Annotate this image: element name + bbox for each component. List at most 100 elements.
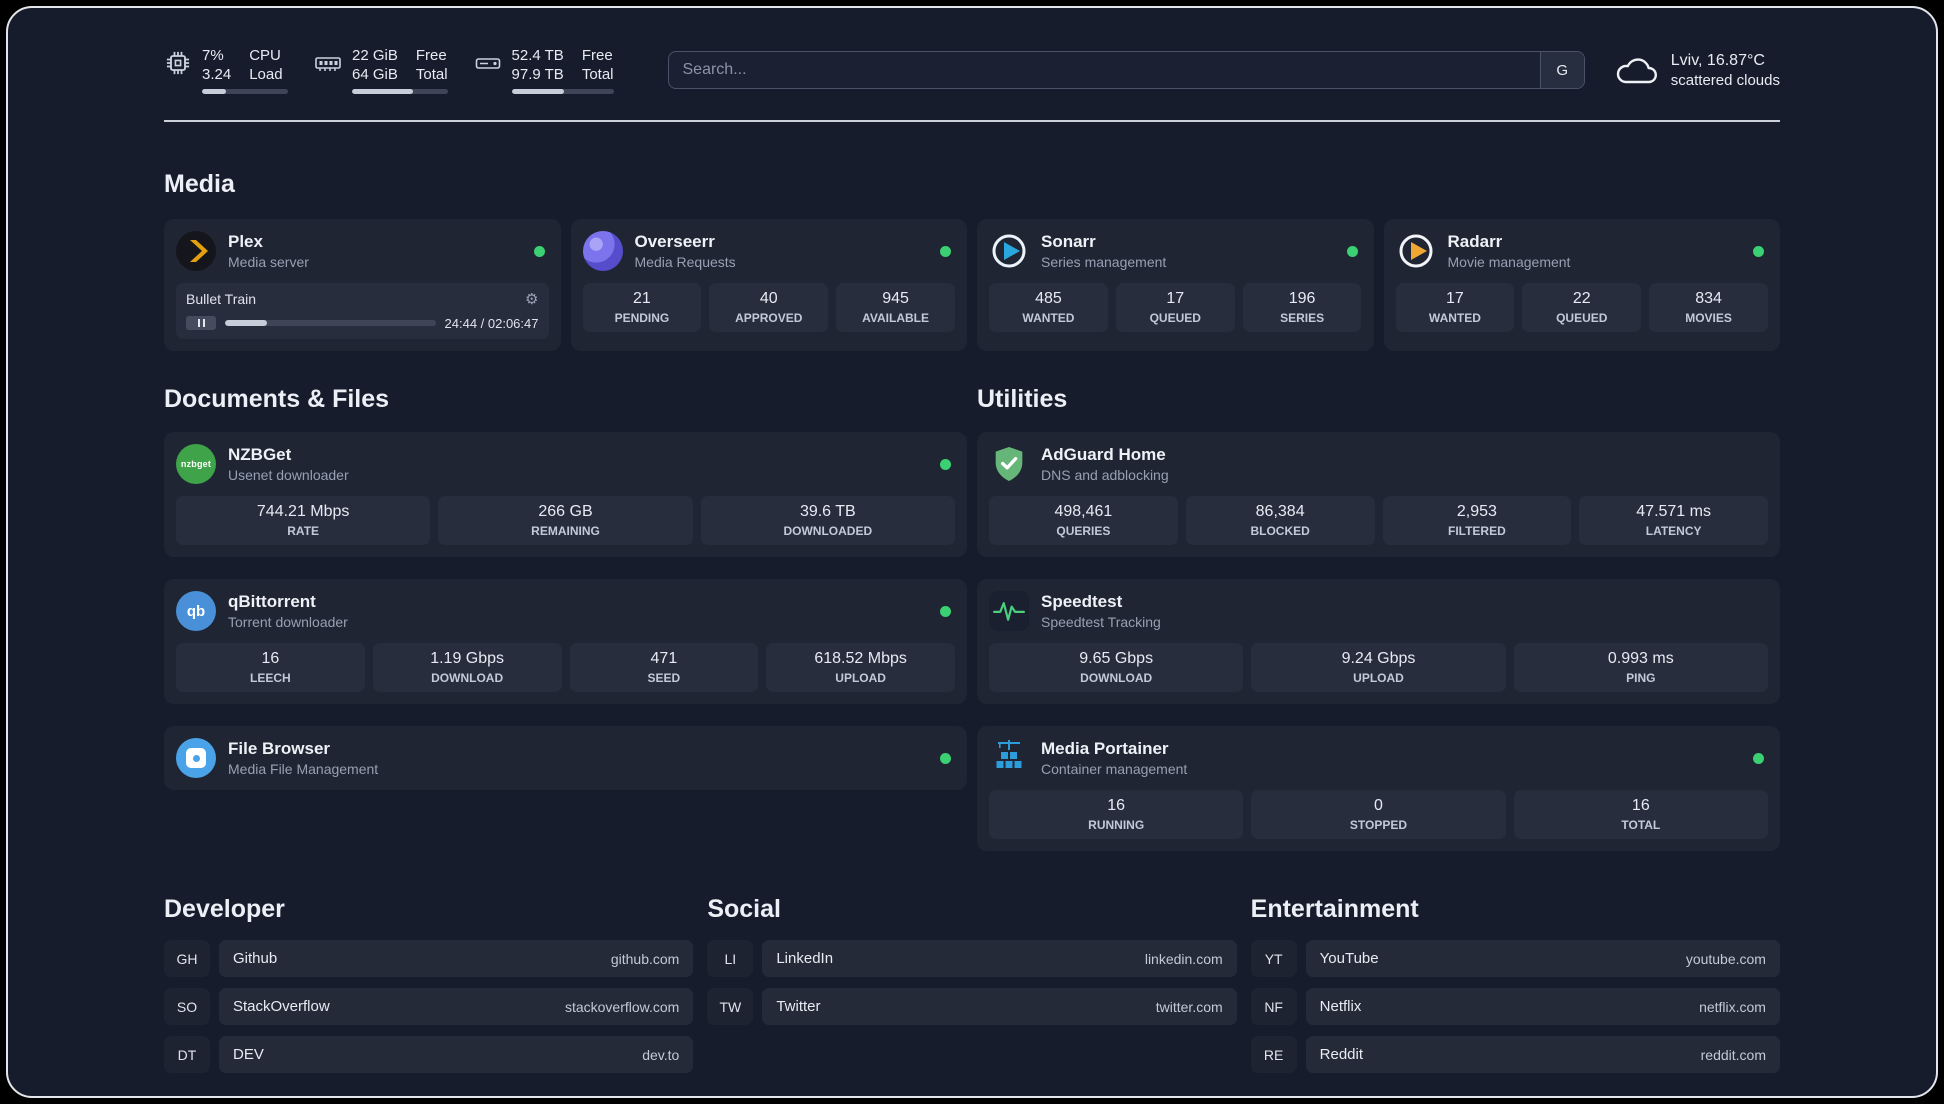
- stat-box: 16 TOTAL: [1513, 790, 1768, 839]
- status-dot: [940, 458, 951, 470]
- bookmark-abbr: GH: [164, 940, 210, 977]
- entertainment-section-title: Entertainment: [1250, 895, 1419, 923]
- disk-free-label: Free: [581, 47, 613, 64]
- filebrowser-card[interactable]: File Browser Media File Management: [164, 726, 967, 790]
- app-subtitle: Speedtest Tracking: [1041, 614, 1161, 630]
- ram-widget: 22 GiB 64 GiB Free Total: [314, 46, 448, 94]
- speedtest-card[interactable]: Speedtest Speedtest Tracking 9.65 Gbps D…: [977, 579, 1780, 704]
- disk-total-label: Total: [581, 66, 614, 83]
- bookmark-youtube[interactable]: YT YouTube youtube.com: [1250, 940, 1780, 977]
- ram-total-label: Total: [415, 66, 448, 83]
- bookmark-abbr: DT: [164, 1036, 210, 1073]
- app-title: qBittorrent: [228, 592, 316, 611]
- disk-progress-bar: [511, 89, 614, 94]
- app-subtitle: Usenet downloader: [228, 467, 349, 483]
- nzbget-card[interactable]: nzbget NZBGet Usenet downloader 744.21 M…: [164, 432, 967, 557]
- entertainment-section: Entertainment YT YouTube youtube.com NF …: [1250, 895, 1780, 1073]
- status-dot: [533, 245, 545, 257]
- cloud-icon: [1616, 58, 1657, 84]
- stat-box: 9.24 Gbps UPLOAD: [1251, 643, 1506, 692]
- bookmark-twitter[interactable]: TW Twitter twitter.com: [707, 988, 1237, 1025]
- bookmark-url: stackoverflow.com: [564, 998, 680, 1015]
- app-subtitle: Media server: [228, 254, 309, 270]
- cpu-label: CPU: [249, 47, 281, 64]
- documents-section: Documents & Files nzbget NZBGet Usenet d…: [164, 385, 967, 790]
- pause-icon[interactable]: [186, 316, 216, 330]
- bookmark-url: linkedin.com: [1144, 950, 1223, 967]
- playback-time: 24:44 / 02:06:47: [444, 315, 539, 331]
- stat-box: 39.6 TB DOWNLOADED: [700, 496, 955, 545]
- app-subtitle: Movie management: [1447, 254, 1571, 270]
- portainer-icon: [989, 738, 1029, 778]
- speedtest-icon: [989, 591, 1029, 631]
- stat-box: 17 QUEUED: [1115, 283, 1235, 332]
- bookmark-url: twitter.com: [1155, 998, 1223, 1015]
- bookmark-url: reddit.com: [1700, 1046, 1766, 1063]
- bookmark-github[interactable]: GH Github github.com: [164, 940, 694, 977]
- cpu-load-label: Load: [249, 66, 283, 83]
- plex-card[interactable]: Plex Media server Bullet Train ⚙ 24:44 /…: [164, 219, 561, 351]
- app-subtitle: Series management: [1041, 254, 1167, 270]
- bookmark-linkedin[interactable]: LI LinkedIn linkedin.com: [707, 940, 1237, 977]
- bookmark-reddit[interactable]: RE Reddit reddit.com: [1250, 1036, 1780, 1073]
- gear-icon[interactable]: ⚙: [525, 291, 538, 308]
- social-section: Social LI LinkedIn linkedin.com TW Twitt…: [707, 895, 1237, 1025]
- dashboard-content: 7% 3.24 CPU Load 22 GiB 64 GiB Free Tota…: [8, 8, 1936, 1096]
- app-title: Sonarr: [1041, 232, 1096, 251]
- stat-box: 9.65 Gbps DOWNLOAD: [989, 643, 1244, 692]
- now-playing-panel: Bullet Train ⚙ 24:44 / 02:06:47: [176, 283, 549, 339]
- app-title: Plex: [228, 232, 263, 251]
- bookmark-name: LinkedIn: [776, 950, 834, 967]
- media-section: Media Plex Media server Bullet Train ⚙ 2…: [164, 170, 1780, 351]
- cpu-value: 7%: [202, 47, 224, 64]
- weather-widget: Lviv, 16.87°C scattered clouds: [1613, 51, 1780, 90]
- radarr-card[interactable]: Radarr Movie management 17 WANTED 22 QUE…: [1383, 219, 1780, 351]
- bookmark-abbr: TW: [707, 988, 754, 1025]
- bookmark-netflix[interactable]: NF Netflix netflix.com: [1250, 988, 1780, 1025]
- overseerr-icon: [582, 231, 623, 271]
- utilities-section: Utilities AdGuard Home DNS and adblockin…: [977, 385, 1780, 851]
- developer-section: Developer GH Github github.com SO StackO…: [164, 895, 694, 1073]
- adguard-card[interactable]: AdGuard Home DNS and adblocking 498,461 …: [977, 432, 1780, 557]
- documents-section-title: Documents & Files: [164, 385, 390, 413]
- qbittorrent-icon: qb: [176, 591, 216, 631]
- status-dot: [1753, 752, 1764, 764]
- qbittorrent-card[interactable]: qb qBittorrent Torrent downloader 16 LEE…: [164, 579, 967, 704]
- search-bar: G: [667, 51, 1585, 89]
- stat-box: 485 WANTED: [989, 283, 1108, 332]
- stat-box: 618.52 Mbps UPLOAD: [766, 643, 955, 692]
- app-subtitle: DNS and adblocking: [1041, 467, 1169, 483]
- stat-box: 744.21 Mbps RATE: [176, 496, 431, 545]
- bookmark-url: github.com: [610, 950, 680, 967]
- bookmark-dev[interactable]: DT DEV dev.to: [164, 1036, 694, 1073]
- stat-box: 16 RUNNING: [989, 790, 1244, 839]
- search-input[interactable]: [668, 52, 1540, 88]
- search-engine-button[interactable]: G: [1539, 52, 1584, 88]
- status-dot: [1346, 245, 1358, 257]
- playback-progress-bar[interactable]: [225, 320, 436, 326]
- nzbget-icon: nzbget: [176, 444, 216, 484]
- stat-box: 86,384 BLOCKED: [1185, 496, 1375, 545]
- app-title: NZBGet: [228, 445, 292, 464]
- bookmark-url: netflix.com: [1699, 998, 1766, 1015]
- bookmark-abbr: YT: [1250, 940, 1297, 977]
- stat-box: 0.993 ms PING: [1513, 643, 1768, 692]
- ram-free-label: Free: [415, 47, 447, 64]
- cpu-icon: [166, 51, 190, 75]
- bookmark-name: Netflix: [1319, 998, 1362, 1015]
- sonarr-card[interactable]: Sonarr Series management 485 WANTED 17 Q…: [977, 219, 1374, 351]
- sonarr-icon: [989, 231, 1029, 271]
- overseerr-card[interactable]: Overseerr Media Requests 21 PENDING 40 A…: [570, 219, 967, 351]
- disk-free-value: 52.4 TB: [511, 47, 564, 64]
- cpu-widget: 7% 3.24 CPU Load: [164, 46, 288, 94]
- app-title: Overseerr: [634, 232, 715, 251]
- stat-box: 21 PENDING: [582, 283, 702, 332]
- bookmark-stackoverflow[interactable]: SO StackOverflow stackoverflow.com: [164, 988, 694, 1025]
- weather-condition: scattered clouds: [1670, 71, 1780, 89]
- app-title: Media Portainer: [1041, 739, 1169, 758]
- portainer-card[interactable]: Media Portainer Container management 16 …: [977, 726, 1780, 851]
- bookmark-name: Github: [233, 950, 278, 967]
- stat-box: 17 WANTED: [1395, 283, 1515, 332]
- bookmark-abbr: SO: [164, 988, 210, 1025]
- bookmark-abbr: NF: [1250, 988, 1297, 1025]
